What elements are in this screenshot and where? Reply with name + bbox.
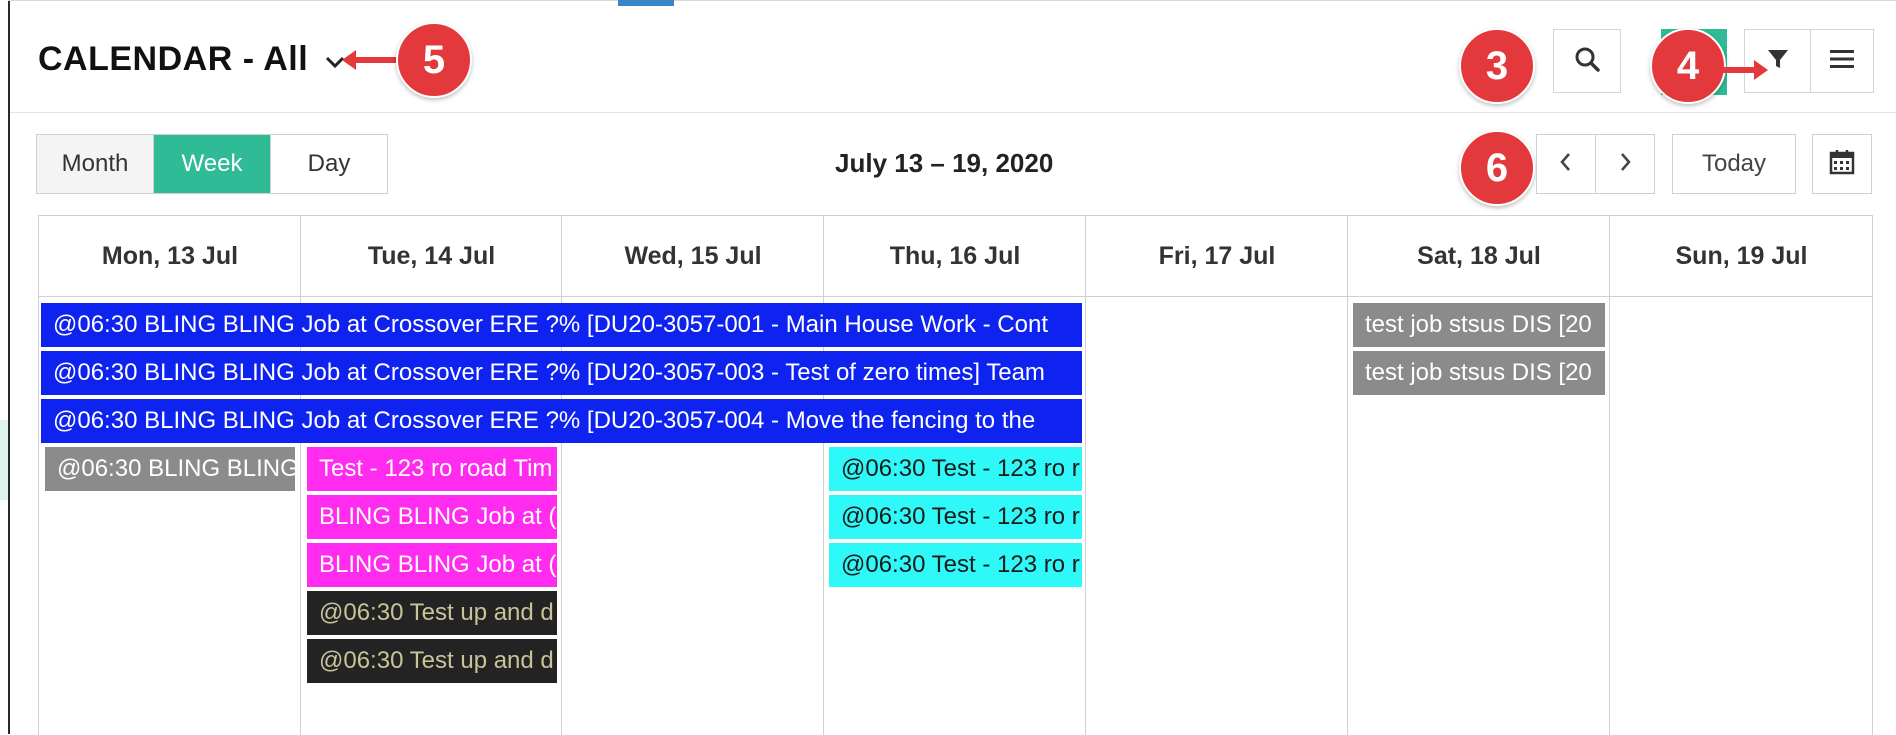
side-highlight — [0, 420, 8, 500]
day-header: Fri, 17 Jul — [1086, 216, 1348, 297]
calendar-event[interactable]: @06:30 Test - 123 ro r — [829, 543, 1082, 587]
calendar-header: CALENDAR - All — [10, 4, 1896, 113]
calendar-event[interactable]: @06:30 BLING BLING Job at Crossover ERE … — [41, 303, 1082, 347]
calendar-event[interactable]: test job stsus DIS [20 — [1353, 303, 1605, 347]
day-header: Thu, 16 Jul — [824, 216, 1086, 297]
day-header: Sat, 18 Jul — [1348, 216, 1610, 297]
next-week-button[interactable] — [1596, 135, 1654, 193]
annotation-arrow-4 — [1722, 60, 1768, 80]
chevron-right-icon — [1617, 151, 1633, 178]
chevron-left-icon — [1558, 151, 1574, 178]
date-picker-button[interactable] — [1812, 134, 1872, 194]
day-header: Sun, 19 Jul — [1610, 216, 1873, 297]
calendar-event[interactable]: @06:30 BLING BLING — [45, 447, 295, 491]
day-header: Mon, 13 Jul — [39, 216, 301, 297]
calendar-event[interactable]: @06:30 BLING BLING Job at Crossover ERE … — [41, 399, 1082, 443]
calendar-event[interactable]: test job stsus DIS [20 — [1353, 351, 1605, 395]
date-navigation — [1536, 134, 1655, 194]
calendar-event[interactable]: BLING BLING Job at ( — [307, 495, 557, 539]
calendar-event[interactable]: Test - 123 ro road Tim — [307, 447, 557, 491]
view-day-button[interactable]: Day — [271, 135, 387, 193]
view-month-button[interactable]: Month — [37, 135, 154, 193]
search-icon — [1572, 44, 1602, 79]
calendar-event[interactable]: @06:30 Test up and d — [307, 639, 557, 683]
prev-week-button[interactable] — [1537, 135, 1596, 193]
view-switcher: Month Week Day — [36, 134, 388, 194]
annotation-badge-4: 4 — [1650, 28, 1726, 104]
day-header: Wed, 15 Jul — [562, 216, 824, 297]
calendar-event[interactable]: @06:30 Test - 123 ro r — [829, 495, 1082, 539]
today-button[interactable]: Today — [1672, 134, 1796, 194]
view-week-button[interactable]: Week — [154, 135, 271, 193]
annotation-badge-3: 3 — [1459, 28, 1535, 104]
annotation-badge-5: 5 — [396, 22, 472, 98]
calendar-event[interactable]: BLING BLING Job at ( — [307, 543, 557, 587]
window-left-edge — [0, 0, 10, 734]
week-grid: Mon, 13 Jul Tue, 14 Jul Wed, 15 Jul Thu,… — [38, 215, 1873, 735]
day-header: Tue, 14 Jul — [301, 216, 562, 297]
calendar-event[interactable]: @06:30 Test - 123 ro r — [829, 447, 1082, 491]
annotation-badge-6: 6 — [1459, 130, 1535, 206]
calendar-event[interactable]: @06:30 Test up and d — [307, 591, 557, 635]
calendar-icon — [1828, 148, 1856, 181]
calendar-event[interactable]: @06:30 BLING BLING Job at Crossover ERE … — [41, 351, 1082, 395]
hamburger-menu-icon — [1828, 47, 1856, 76]
menu-button[interactable] — [1810, 29, 1874, 93]
page-title: CALENDAR - All — [38, 40, 309, 78]
date-range-label: July 13 – 19, 2020 — [835, 148, 1054, 178]
search-button[interactable] — [1553, 29, 1621, 93]
